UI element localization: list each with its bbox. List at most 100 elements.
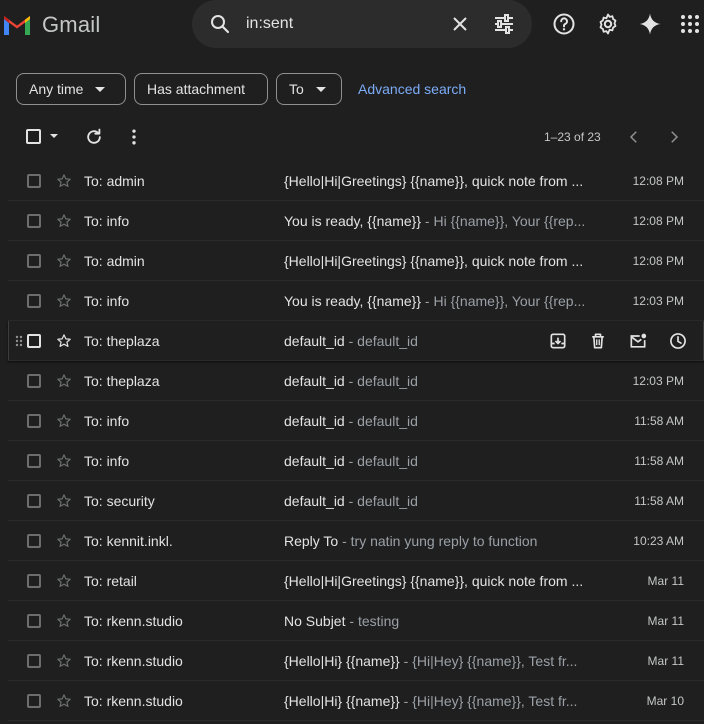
row-checkbox[interactable] <box>27 294 41 308</box>
star-icon[interactable] <box>56 493 72 509</box>
subject-separator: - <box>338 533 351 549</box>
snippet: {Hi|Hey} {{name}}, Test fr... <box>412 653 578 669</box>
clear-search-icon[interactable] <box>448 12 472 36</box>
star-icon[interactable] <box>56 373 72 389</box>
email-row[interactable]: To: theplaza default_id - default_id 12:… <box>8 361 704 401</box>
settings-gear-icon[interactable] <box>596 12 620 36</box>
star-icon[interactable] <box>56 413 72 429</box>
row-checkbox[interactable] <box>27 214 41 228</box>
email-list: To: admin {Hello|Hi|Greetings} {{name}},… <box>8 161 704 721</box>
email-row[interactable]: To: kennit.inkl. Reply To - try natin yu… <box>8 521 704 561</box>
timestamp: 12:03 PM <box>632 374 684 388</box>
email-row[interactable]: To: rkenn.studio {Hello|Hi} {{name}} - {… <box>8 681 704 721</box>
archive-icon[interactable] <box>548 331 568 351</box>
subject: No Subjet <box>284 613 346 629</box>
email-row[interactable]: To: info You is ready, {{name}} - Hi {{n… <box>8 281 704 321</box>
drag-handle-icon[interactable] <box>15 335 23 347</box>
delete-icon[interactable] <box>588 331 608 351</box>
subject-line: default_id - default_id <box>284 413 604 429</box>
star-icon[interactable] <box>56 253 72 269</box>
row-checkbox[interactable] <box>27 334 41 348</box>
filter-has-attachment[interactable]: Has attachment <box>134 73 268 105</box>
snippet: default_id <box>357 413 418 429</box>
recipient: To: security <box>84 493 155 509</box>
star-icon[interactable] <box>56 213 72 229</box>
advanced-search-link[interactable]: Advanced search <box>358 81 466 97</box>
timestamp: Mar 10 <box>646 694 684 708</box>
row-checkbox[interactable] <box>27 494 41 508</box>
email-row[interactable]: To: retail {Hello|Hi|Greetings} {{name}}… <box>8 561 704 601</box>
row-checkbox[interactable] <box>27 574 41 588</box>
star-icon[interactable] <box>56 613 72 629</box>
timestamp: Mar 11 <box>647 654 684 668</box>
star-icon[interactable] <box>56 293 72 309</box>
apps-grid-icon[interactable] <box>678 12 702 36</box>
mark-unread-icon[interactable] <box>628 331 648 351</box>
subject-line: {Hello|Hi|Greetings} {{name}}, quick not… <box>284 573 604 589</box>
select-all-checkbox[interactable] <box>26 129 41 144</box>
row-checkbox[interactable] <box>27 654 41 668</box>
gmail-logo[interactable]: Gmail <box>2 12 100 38</box>
subject: Reply To <box>284 533 339 549</box>
star-icon[interactable] <box>56 693 72 709</box>
select-options-chevron-icon[interactable] <box>50 134 58 138</box>
email-row[interactable]: To: info You is ready, {{name}} - Hi {{n… <box>8 201 704 241</box>
help-icon[interactable] <box>552 12 576 36</box>
email-row[interactable]: To: info default_id - default_id 11:58 A… <box>8 401 704 441</box>
snippet: default_id <box>357 493 418 509</box>
email-row[interactable]: To: theplaza default_id - default_id <box>8 321 704 361</box>
subject-separator: - <box>344 413 358 429</box>
gemini-sparkle-icon[interactable] <box>638 12 662 36</box>
subject: {Hello|Hi|Greetings} {{name}}, quick not… <box>284 173 584 189</box>
filter-to[interactable]: To <box>276 73 342 105</box>
gmail-m-icon <box>4 16 30 35</box>
timestamp: 10:23 AM <box>633 534 684 548</box>
subject-line: You is ready, {{name}} - Hi {{name}}, Yo… <box>284 293 604 309</box>
email-row[interactable]: To: info default_id - default_id 11:58 A… <box>8 441 704 481</box>
subject-line: You is ready, {{name}} - Hi {{name}}, Yo… <box>284 213 604 229</box>
email-row[interactable]: To: rkenn.studio No Subjet - testing Mar… <box>8 601 704 641</box>
row-checkbox[interactable] <box>27 454 41 468</box>
search-input[interactable] <box>246 12 436 36</box>
row-checkbox[interactable] <box>27 414 41 428</box>
row-checkbox[interactable] <box>27 174 41 188</box>
filter-has-attachment-label: Has attachment <box>147 81 246 97</box>
email-row[interactable]: To: rkenn.studio {Hello|Hi} {{name}} - {… <box>8 641 704 681</box>
recipient: To: theplaza <box>84 373 160 389</box>
subject-line: {Hello|Hi|Greetings} {{name}}, quick not… <box>284 173 604 189</box>
subject-line: {Hello|Hi} {{name}} - {Hi|Hey} {{name}},… <box>284 693 604 709</box>
row-checkbox[interactable] <box>27 254 41 268</box>
more-options-icon[interactable] <box>124 127 144 147</box>
recipient: To: kennit.inkl. <box>84 533 173 549</box>
email-row[interactable]: To: admin {Hello|Hi|Greetings} {{name}},… <box>8 161 704 201</box>
next-page-icon[interactable] <box>665 128 683 146</box>
row-checkbox[interactable] <box>27 694 41 708</box>
subject: default_id <box>284 493 345 509</box>
star-icon[interactable] <box>56 653 72 669</box>
row-checkbox[interactable] <box>27 614 41 628</box>
prev-page-icon[interactable] <box>625 128 643 146</box>
subject-line: default_id - default_id <box>284 493 604 509</box>
subject-separator: - <box>344 373 358 389</box>
recipient: To: retail <box>84 573 137 589</box>
search-options-icon[interactable] <box>492 12 516 36</box>
star-icon[interactable] <box>56 333 72 349</box>
snooze-clock-icon[interactable] <box>668 331 688 351</box>
star-icon[interactable] <box>56 573 72 589</box>
star-icon[interactable] <box>56 173 72 189</box>
row-checkbox[interactable] <box>27 374 41 388</box>
snippet: Hi {{name}}, Your {{rep... <box>433 293 586 309</box>
recipient: To: rkenn.studio <box>84 613 183 629</box>
subject: {Hello|Hi|Greetings} {{name}}, quick not… <box>284 253 584 269</box>
search-icon[interactable] <box>208 12 232 36</box>
row-checkbox[interactable] <box>27 534 41 548</box>
subject-line: default_id - default_id <box>284 373 604 389</box>
email-row[interactable]: To: admin {Hello|Hi|Greetings} {{name}},… <box>8 241 704 281</box>
star-icon[interactable] <box>56 533 72 549</box>
star-icon[interactable] <box>56 453 72 469</box>
refresh-icon[interactable] <box>84 127 104 147</box>
filter-any-time[interactable]: Any time <box>16 73 126 105</box>
email-row[interactable]: To: security default_id - default_id 11:… <box>8 481 704 521</box>
subject-separator: - <box>344 333 358 349</box>
timestamp: 11:58 AM <box>634 454 684 468</box>
